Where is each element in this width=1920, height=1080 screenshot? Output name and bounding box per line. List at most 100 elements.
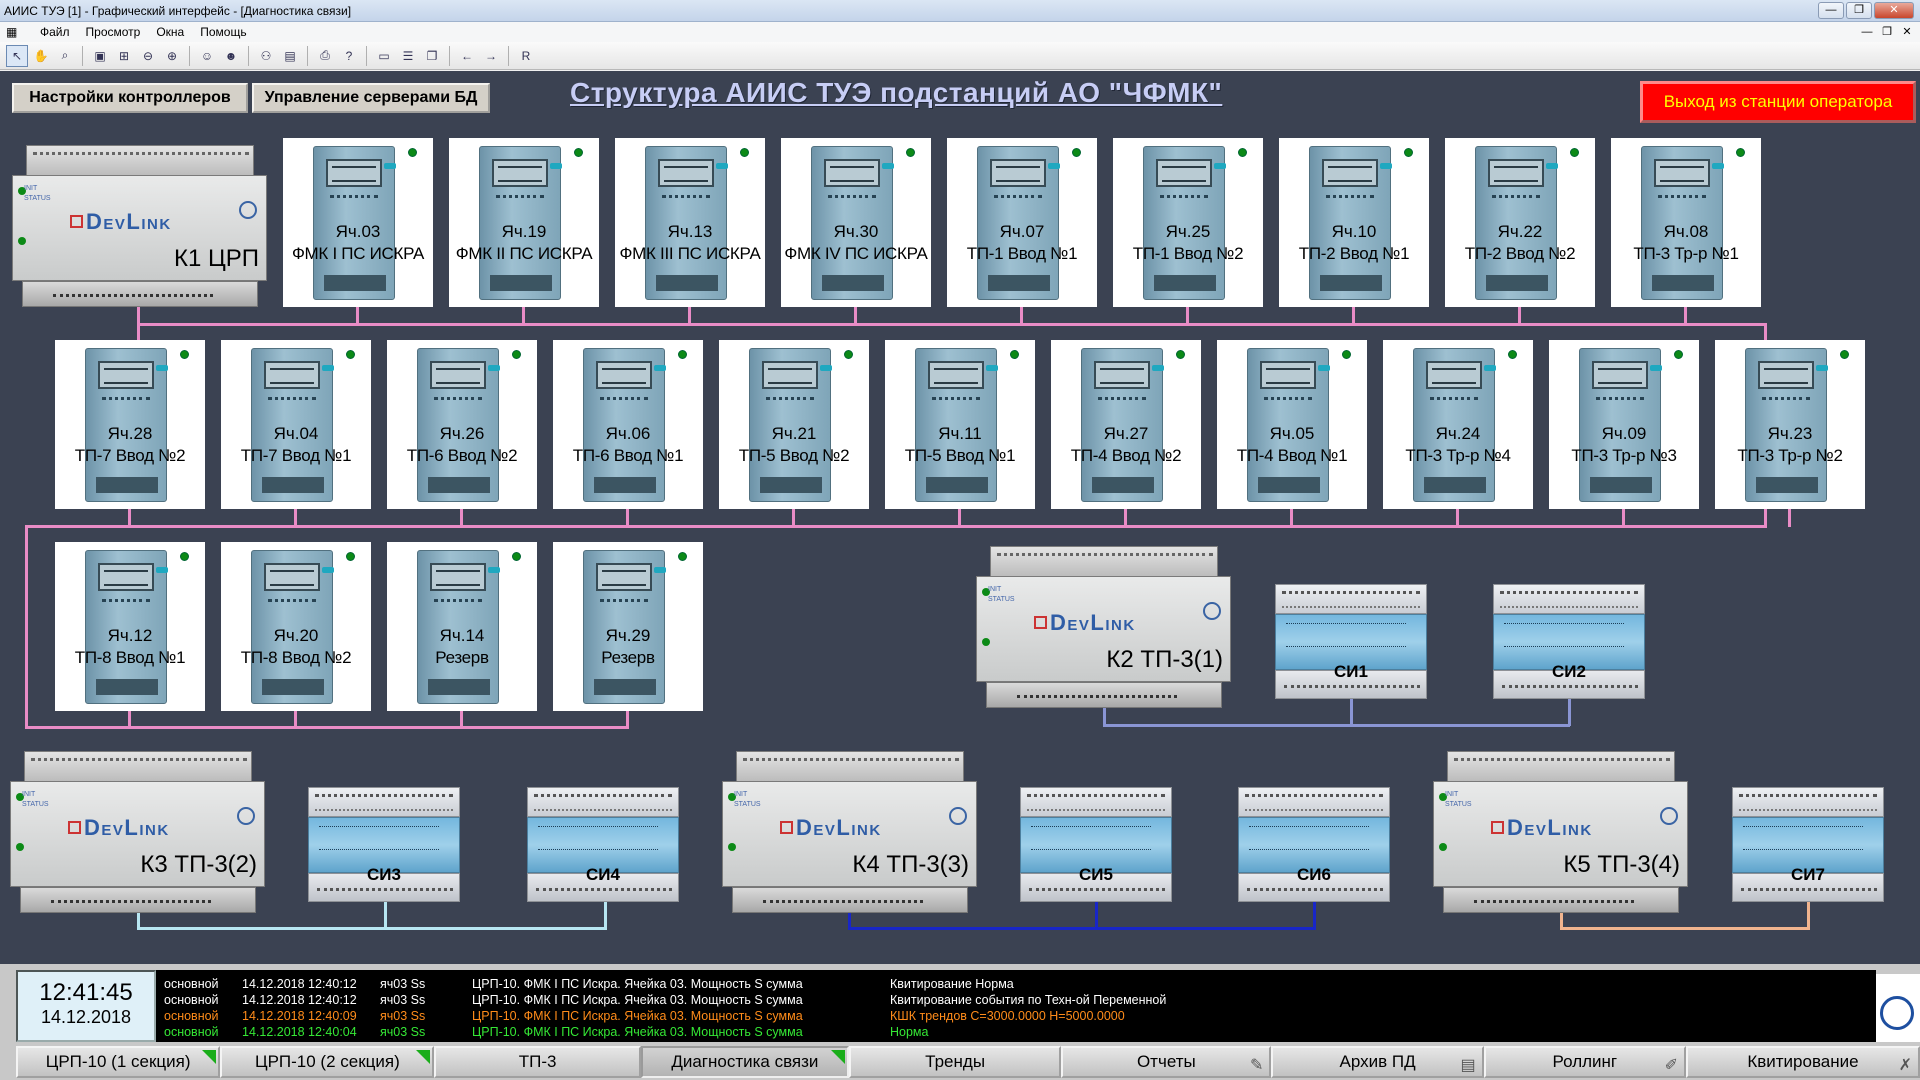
meter-description: ТП-3 Тр-р №2	[1737, 446, 1843, 465]
table-icon[interactable]: ▤	[279, 45, 301, 67]
event-tag: яч03 Ss	[380, 977, 426, 991]
pulse-counter[interactable]: СИ7	[1732, 787, 1884, 902]
hand-icon[interactable]: ✋	[30, 45, 52, 67]
devlink-controller[interactable]: INIT STATUS DevLink К1 ЦРП	[12, 145, 267, 307]
event-row[interactable]: основной 14.12.2018 12:40:04 яч03 Ss ЦРП-10…	[164, 1024, 1876, 1040]
meter-tile[interactable]: Яч.22 ТП-2 Ввод №2	[1445, 138, 1595, 307]
child-close-button[interactable]: ✕	[1898, 24, 1916, 40]
screen-tab[interactable]: Тренды	[849, 1046, 1062, 1078]
controller-name: К5 ТП-3(4)	[1563, 851, 1680, 878]
screen-tab[interactable]: Диагностика связи	[640, 1046, 849, 1078]
meter-tile[interactable]: Яч.07 ТП-1 Ввод №1	[947, 138, 1097, 307]
meter-tile[interactable]: Яч.14 Резерв	[387, 542, 537, 711]
forward-arrow-icon[interactable]: →	[480, 45, 502, 67]
meter-optical-port	[384, 163, 396, 169]
devlink-controller[interactable]: INIT STATUS DevLink К5 ТП-3(4)	[1433, 751, 1688, 913]
pulse-counter[interactable]: СИ3	[308, 787, 460, 902]
screen-tab[interactable]: ТП-3	[434, 1046, 641, 1078]
pulse-counter[interactable]: СИ1	[1275, 584, 1427, 699]
back-arrow-icon[interactable]: ←	[456, 45, 478, 67]
meter-tile[interactable]: Яч.20 ТП-8 Ввод №2	[221, 542, 371, 711]
zoom-icon[interactable]: ⌕	[54, 45, 76, 67]
pulse-counter[interactable]: СИ2	[1493, 584, 1645, 699]
meter-tile[interactable]: Яч.30 ФМК IV ПС ИСКРА	[781, 138, 931, 307]
meter-description: ТП-8 Ввод №2	[240, 648, 352, 667]
user-icon[interactable]: ☺	[196, 45, 218, 67]
meter-tile[interactable]: Яч.03 ФМК I ПС ИСКРА	[283, 138, 433, 307]
meter-tile[interactable]: Яч.19 ФМК II ПС ИСКРА	[449, 138, 599, 307]
exit-operator-station-button[interactable]: Выход из станции оператора	[1640, 81, 1916, 123]
clock-time: 12:41:45	[39, 979, 133, 1006]
event-row[interactable]: основной 14.12.2018 12:40:12 яч03 Ss ЦРП-10…	[164, 976, 1876, 992]
screen-tab[interactable]: Отчеты ✎	[1061, 1046, 1272, 1078]
binoculars-icon[interactable]: ⚇	[255, 45, 277, 67]
meter-tile[interactable]: Яч.27 ТП-4 Ввод №2	[1051, 340, 1201, 509]
screen-tab[interactable]: ЦРП-10 (1 секция)	[16, 1046, 221, 1078]
link-status-led-icon	[906, 148, 915, 157]
screen-tab[interactable]: Роллинг ✐	[1483, 1046, 1686, 1078]
menu-windows[interactable]: Окна	[148, 22, 192, 42]
zoom-fit-icon[interactable]: ⊞	[113, 45, 135, 67]
meter-tile[interactable]: Яч.10 ТП-2 Ввод №1	[1279, 138, 1429, 307]
meter-tile[interactable]: Яч.04 ТП-7 Ввод №1	[221, 340, 371, 509]
pulse-counter[interactable]: СИ5	[1020, 787, 1172, 902]
child-minimize-button[interactable]: —	[1858, 24, 1876, 40]
meter-tile[interactable]: Яч.26 ТП-6 Ввод №2	[387, 340, 537, 509]
pulse-counter[interactable]: СИ6	[1238, 787, 1390, 902]
child-restore-button[interactable]: ❐	[1878, 24, 1896, 40]
meter-tile[interactable]: Яч.09 ТП-3 Тр-р №3	[1549, 340, 1699, 509]
meter-tile[interactable]: Яч.28 ТП-7 Ввод №2	[55, 340, 205, 509]
maximize-button[interactable]: ❐	[1846, 2, 1872, 19]
screen-tab[interactable]: Квитирование ✗	[1685, 1046, 1920, 1078]
event-log[interactable]: основной 14.12.2018 12:40:12 яч03 Ss ЦРП-10…	[156, 970, 1876, 1042]
meter-tile[interactable]: Яч.24 ТП-3 Тр-р №4	[1383, 340, 1533, 509]
menu-help[interactable]: Помощь	[192, 22, 254, 42]
help-icon[interactable]: ?	[338, 45, 360, 67]
controller-bottom-ports	[22, 281, 258, 307]
event-row[interactable]: основной 14.12.2018 12:40:09 яч03 Ss ЦРП-10…	[164, 1008, 1876, 1024]
cascade-icon[interactable]: ❐	[421, 45, 443, 67]
zoom-out-icon[interactable]: ⊖	[137, 45, 159, 67]
meter-terminals	[1652, 275, 1714, 291]
zoom-actual-icon[interactable]: ▣	[89, 45, 111, 67]
refresh-r-button[interactable]: R	[515, 45, 537, 67]
devlink-controller[interactable]: INIT STATUS DevLink К4 ТП-3(3)	[722, 751, 977, 913]
meter-tile[interactable]: Яч.05 ТП-4 Ввод №1	[1217, 340, 1367, 509]
clock-date: 14.12.2018	[40, 1007, 132, 1027]
event-row[interactable]: основной 14.12.2018 12:40:12 яч03 Ss ЦРП-10…	[164, 992, 1876, 1008]
window-icon[interactable]: ▭	[373, 45, 395, 67]
close-button[interactable]: ✕	[1874, 2, 1914, 19]
counter-name: СИ3	[367, 865, 401, 884]
screen-tab[interactable]: ЦРП-10 (2 секция)	[220, 1046, 435, 1078]
meter-tile[interactable]: Яч.21 ТП-5 Ввод №2	[719, 340, 869, 509]
meter-tile[interactable]: Яч.23 ТП-3 Тр-р №2	[1715, 340, 1865, 509]
controller-bottom-ports	[986, 682, 1222, 708]
devlink-controller[interactable]: INIT STATUS DevLink К2 ТП-3(1)	[976, 546, 1231, 708]
meter-tile[interactable]: Яч.25 ТП-1 Ввод №2	[1113, 138, 1263, 307]
minimize-button[interactable]: —	[1818, 2, 1844, 19]
pointer-icon[interactable]: ↖	[6, 44, 28, 67]
meter-tile[interactable]: Яч.08 ТП-3 Тр-р №1	[1611, 138, 1761, 307]
indicator-init: INIT	[22, 791, 36, 798]
meter-tile[interactable]: Яч.13 ФМК III ПС ИСКРА	[615, 138, 765, 307]
k1-bus-tap	[958, 509, 961, 527]
meter-tile[interactable]: Яч.29 Резерв	[553, 542, 703, 711]
controller-settings-button[interactable]: Настройки контроллеров	[12, 83, 248, 113]
brand-label: DevLink	[84, 815, 170, 840]
devlink-controller[interactable]: INIT STATUS DevLink К3 ТП-3(2)	[10, 751, 265, 913]
tile-icon[interactable]: ☰	[397, 45, 419, 67]
menu-view[interactable]: Просмотр	[78, 22, 149, 42]
k1-bus-tap	[294, 711, 297, 729]
meter-tile[interactable]: Яч.11 ТП-5 Ввод №1	[885, 340, 1035, 509]
zoom-in-icon[interactable]: ⊕	[161, 45, 183, 67]
print-icon[interactable]: ⎙	[314, 45, 336, 67]
db-servers-button[interactable]: Управление серверами БД	[252, 83, 490, 113]
meter-tile[interactable]: Яч.12 ТП-8 Ввод №1	[55, 542, 205, 711]
screen-tab[interactable]: Архив ПД ▤	[1271, 1046, 1484, 1078]
menu-file[interactable]: Файл	[32, 22, 78, 42]
k1-bus-tap	[1788, 509, 1791, 527]
link-status-led-icon	[512, 552, 521, 561]
pulse-counter[interactable]: СИ4	[527, 787, 679, 902]
user-switch-icon[interactable]: ☻	[220, 45, 242, 67]
meter-tile[interactable]: Яч.06 ТП-6 Ввод №1	[553, 340, 703, 509]
